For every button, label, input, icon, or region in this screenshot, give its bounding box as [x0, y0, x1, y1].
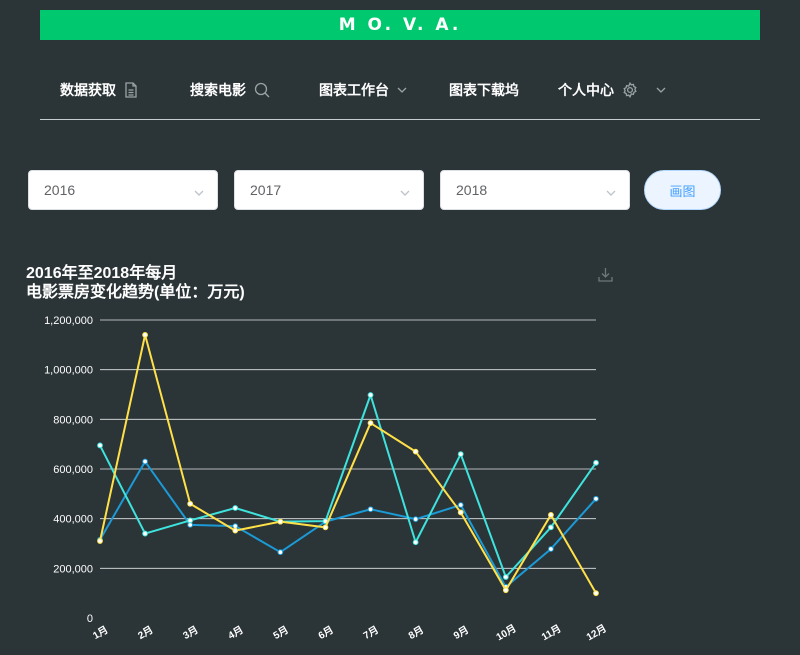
y-tick-label: 600,000: [53, 464, 93, 476]
nav-item-user-center[interactable]: 个人中心: [558, 79, 666, 101]
x-tick-label: 6月: [316, 624, 335, 642]
nav-item-chart-workbench[interactable]: 图表工作台: [319, 79, 407, 101]
search-icon: [254, 82, 270, 98]
nav-item-data-fetch[interactable]: 数据获取: [60, 79, 138, 101]
chevron-down-icon: [397, 86, 407, 94]
data-point-2017: [97, 442, 103, 449]
x-tick-label: 3月: [181, 624, 200, 642]
data-point-2017: [548, 524, 554, 531]
data-point-2018: [187, 500, 194, 507]
data-point-2018: [412, 448, 419, 455]
data-point-2018: [593, 590, 599, 597]
nav-item-chart-download[interactable]: 图表下载坞: [449, 79, 519, 101]
series-line-2018: [99, 333, 597, 594]
main-nav: 数据获取 搜索电影 图表工作台 图表下载坞 个人中心: [40, 62, 760, 120]
data-point-2018: [367, 420, 374, 426]
brand-bar: M O. V. A.: [40, 10, 760, 40]
y-tick-label: 400,000: [53, 514, 93, 526]
draw-chart-button[interactable]: 画图: [644, 170, 721, 210]
nav-item-label: 个人中心: [558, 82, 614, 98]
nav-item-label: 搜索电影: [190, 82, 246, 98]
select-value: 2016: [44, 182, 76, 198]
nav-item-label: 图表下载坞: [449, 82, 519, 98]
x-tick-label: 8月: [406, 624, 425, 642]
end-year-select[interactable]: 2018: [440, 170, 630, 210]
y-tick-label: 1,000,000: [44, 365, 93, 377]
y-tick-label: 1,200,000: [44, 315, 93, 327]
nav-item-label: 图表工作台: [319, 82, 389, 98]
data-point-2018: [97, 538, 103, 544]
data-point-2017: [187, 517, 194, 524]
data-point-2016: [548, 546, 554, 552]
nav-item-search-movie[interactable]: 搜索电影: [190, 79, 270, 101]
x-tick-label: 1月: [91, 624, 110, 642]
data-point-2016: [277, 549, 284, 556]
data-point-2017: [232, 505, 239, 511]
data-point-2018: [142, 332, 148, 338]
line-chart: 0 200,000 400,000 600,000 800,000 1,000,000 1,…: [44, 315, 609, 644]
data-point-2017: [502, 574, 509, 580]
select-value: 2017: [250, 182, 282, 198]
y-tick-label: 200,000: [53, 563, 93, 575]
chevron-down-icon: [399, 185, 411, 201]
x-tick-label: 4月: [226, 624, 245, 642]
x-tick-label: 11月: [539, 623, 563, 644]
x-tick-label: 10月: [494, 622, 518, 643]
chart-title-line1: 2016年至2018年每月: [26, 265, 178, 282]
download-icon[interactable]: [597, 266, 614, 288]
chart-title: 2016年至2018年每月 电影票房变化趋势(单位：万元): [26, 264, 245, 302]
data-point-2017: [142, 530, 148, 537]
brand-title: M O. V. A.: [338, 15, 462, 35]
y-tick-label: 800,000: [53, 414, 93, 426]
x-tick-label: 7月: [361, 624, 380, 642]
data-point-2018: [322, 524, 329, 531]
data-point-2018: [548, 512, 554, 518]
select-value: 2018: [456, 182, 488, 198]
x-tick-label: 2月: [136, 624, 155, 642]
data-point-2016: [457, 502, 464, 508]
gear-icon: [622, 82, 638, 98]
nav-item-label: 数据获取: [60, 82, 116, 98]
middle-year-select[interactable]: 2017: [234, 170, 424, 210]
start-year-select[interactable]: 2016: [28, 170, 218, 210]
data-point-2016: [367, 506, 374, 513]
data-point-2016: [412, 516, 419, 523]
data-point-2018: [277, 518, 284, 525]
draw-button-label: 画图: [669, 183, 696, 199]
document-icon: [124, 82, 138, 98]
data-point-2017: [457, 451, 464, 458]
series-line-2017: [99, 393, 597, 579]
data-point-2017: [367, 392, 374, 398]
x-tick-label: 12月: [584, 622, 608, 643]
y-tick-label: 0: [87, 613, 93, 625]
data-point-2017: [412, 539, 419, 546]
x-tick-label: 5月: [271, 624, 290, 642]
chevron-down-icon: [605, 185, 617, 201]
x-tick-label: 9月: [451, 624, 470, 642]
data-point-2016: [142, 458, 148, 465]
data-point-2017: [593, 459, 599, 466]
data-point-2016: [593, 495, 599, 502]
chevron-down-icon: [656, 86, 666, 94]
chevron-down-icon: [193, 185, 205, 201]
data-point-2018: [502, 587, 509, 594]
data-point-2018: [232, 527, 239, 534]
data-point-2018: [457, 509, 464, 516]
